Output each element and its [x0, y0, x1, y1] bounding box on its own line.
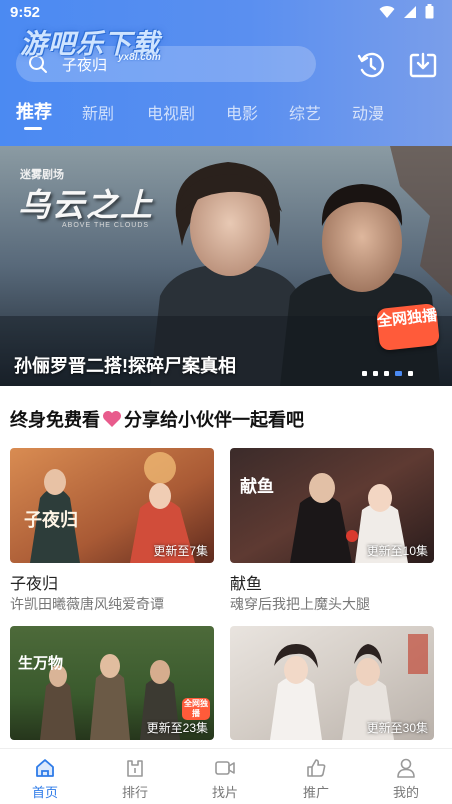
card-subtitle: 许凯田曦薇唐风纯爱奇谭	[10, 596, 164, 612]
carousel-dots	[362, 371, 413, 376]
card-thumbnail: 更新至30集	[230, 626, 434, 740]
tab-tv-series[interactable]: 电视剧	[147, 100, 195, 124]
episode-badge: 更新至7集	[153, 544, 208, 558]
tab-recommend[interactable]: 推荐	[16, 98, 52, 124]
exclusive-badge: 全网独播	[375, 302, 441, 352]
heart-icon	[103, 411, 121, 427]
bottom-navigation: 首页 排行 找片 推广 我的	[0, 748, 452, 804]
home-icon	[36, 759, 54, 777]
watermark-url: yx8l.com	[118, 52, 161, 63]
tab-anime[interactable]: 动漫	[352, 100, 384, 124]
carousel-dot[interactable]	[408, 371, 413, 376]
drama-card[interactable]: 更新至30集	[230, 626, 434, 740]
carousel-dot[interactable]	[384, 371, 389, 376]
svg-text:子夜归: 子夜归	[24, 509, 78, 531]
hero-banner[interactable]: 迷雾剧场 乌云之上 ABOVE THE CLOUDS	[0, 146, 452, 386]
card-thumbnail: 子夜归 更新至7集	[10, 448, 214, 563]
episode-badge: 更新至10集	[366, 544, 428, 558]
svg-text:献鱼: 献鱼	[240, 476, 274, 497]
card-title: 献鱼	[230, 576, 263, 593]
nav-home[interactable]: 首页	[15, 757, 75, 801]
banner-title-art: 乌云之上	[18, 186, 155, 224]
section-title: 终身免费看 分享给小伙伴一起看吧	[10, 406, 304, 432]
battery-icon	[425, 4, 434, 19]
video-camera-icon	[215, 761, 235, 775]
download-tray-icon	[409, 52, 437, 78]
card-exclusive-tag: 全网独播	[182, 698, 210, 720]
ranking-icon	[127, 760, 143, 777]
card-thumbnail: 生万物 全网独播 更新至23集	[10, 626, 214, 740]
carousel-dot-active[interactable]	[395, 371, 402, 376]
nav-profile[interactable]: 我的	[376, 757, 436, 801]
section-title-right: 分享给小伙伴一起看吧	[124, 410, 304, 430]
wifi-icon	[379, 5, 395, 18]
header: 9:52 子夜归 游吧乐下载 yx8l.com 推荐 新剧 电视剧 电影 综艺 …	[0, 0, 452, 146]
nav-label: 找片	[211, 785, 238, 800]
episode-badge: 更新至30集	[366, 721, 428, 735]
drama-card[interactable]: 子夜归 更新至7集 子夜归 许凯田曦薇唐风纯爱奇谭	[10, 448, 214, 612]
category-tabs: 推荐 新剧 电视剧 电影 综艺 动漫	[0, 96, 452, 136]
tab-variety[interactable]: 综艺	[289, 100, 321, 124]
card-title: 子夜归	[10, 576, 59, 593]
banner-caption: 孙俪罗晋二搭!探碎尸案真相	[14, 356, 236, 376]
nav-label: 我的	[392, 785, 419, 800]
status-icons	[379, 4, 434, 19]
status-time: 9:52	[10, 4, 41, 21]
svg-text:生万物: 生万物	[18, 654, 63, 672]
section-title-left: 终身免费看	[10, 410, 100, 430]
episode-badge: 更新至23集	[146, 721, 208, 735]
nav-find-movies[interactable]: 找片	[195, 757, 255, 801]
history-refresh-icon	[357, 52, 384, 78]
nav-label: 排行	[121, 785, 148, 800]
nav-label: 推广	[302, 785, 329, 800]
history-button[interactable]	[356, 50, 386, 80]
nav-promote[interactable]: 推广	[286, 757, 346, 801]
signal-icon	[404, 5, 416, 18]
nav-label: 首页	[31, 785, 58, 800]
active-tab-indicator	[24, 127, 42, 130]
drama-card[interactable]: 生万物 全网独播 更新至23集	[10, 626, 214, 740]
tab-new-drama[interactable]: 新剧	[82, 100, 114, 124]
tab-movies[interactable]: 电影	[226, 100, 258, 124]
card-subtitle: 魂穿后我把上魔头大腿	[230, 596, 370, 612]
card-thumbnail: 献鱼 更新至10集	[230, 448, 434, 563]
carousel-dot[interactable]	[373, 371, 378, 376]
nav-ranking[interactable]: 排行	[105, 757, 165, 801]
drama-card[interactable]: 献鱼 更新至10集 献鱼 魂穿后我把上魔头大腿	[230, 448, 434, 612]
carousel-dot[interactable]	[362, 371, 367, 376]
thumbs-up-icon	[307, 759, 326, 777]
download-button[interactable]	[408, 50, 438, 80]
banner-subtitle-art: ABOVE THE CLOUDS	[62, 222, 150, 229]
profile-icon	[397, 758, 415, 778]
